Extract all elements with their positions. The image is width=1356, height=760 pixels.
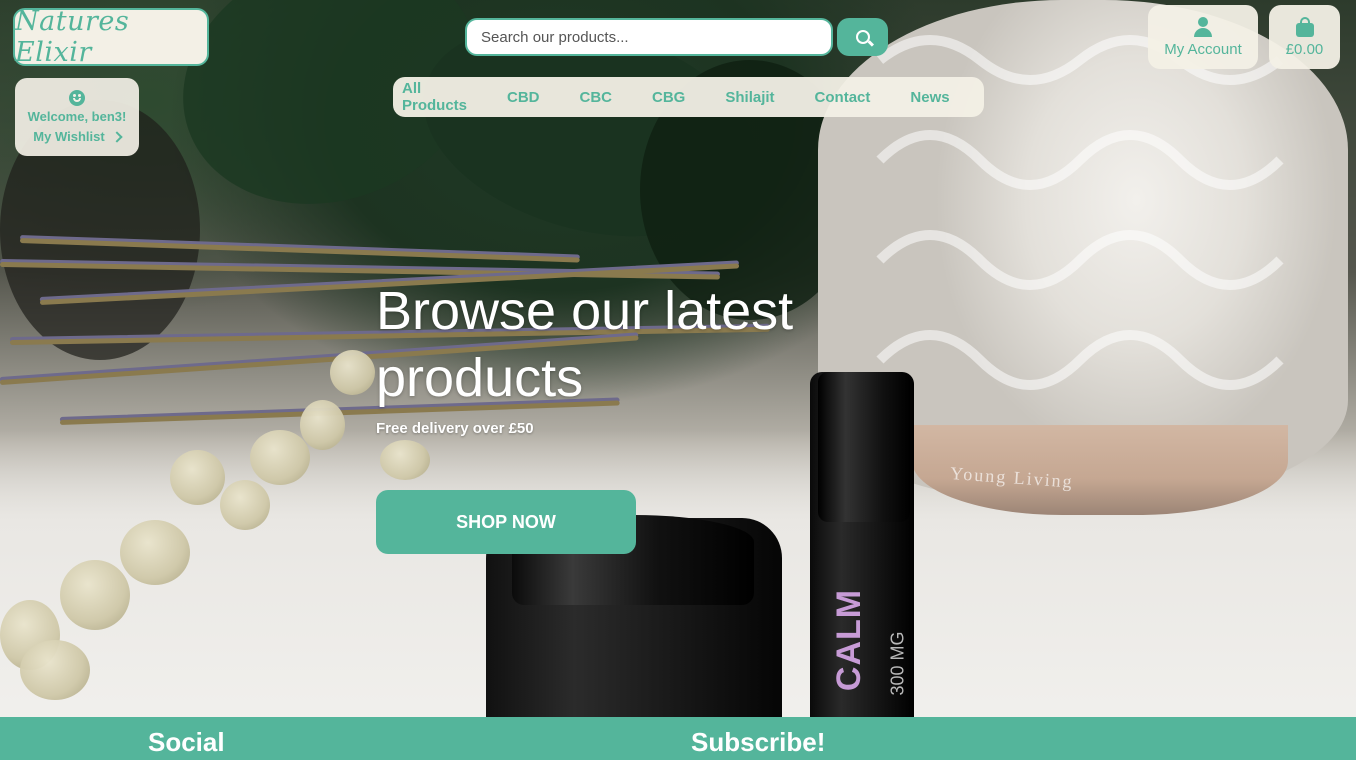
footer: Social Subscribe! xyxy=(0,717,1356,760)
wishlist-link[interactable]: My Wishlist xyxy=(33,129,123,144)
chevron-right-icon xyxy=(111,130,123,143)
main-nav: All Products CBD CBC CBG Shilajit Contac… xyxy=(393,77,984,117)
bag-total: £0.00 xyxy=(1285,40,1324,58)
eucalyptus-leaf xyxy=(170,450,225,505)
hero-subtitle: Free delivery over £50 xyxy=(376,420,534,437)
eucalyptus-leaf xyxy=(120,520,190,585)
smile-icon xyxy=(69,90,85,106)
nav-item-all-products[interactable]: All Products xyxy=(402,80,467,114)
shopping-bag-icon xyxy=(1295,16,1314,37)
eucalyptus-leaf xyxy=(250,430,310,485)
shop-now-button[interactable]: SHOP NOW xyxy=(376,490,636,554)
eucalyptus-leaf xyxy=(20,640,90,700)
nav-item-cbd[interactable]: CBD xyxy=(507,89,540,106)
eucalyptus-leaf xyxy=(300,400,345,450)
footer-social-heading: Social xyxy=(148,727,225,757)
nav-item-news[interactable]: News xyxy=(910,89,949,106)
footer-subscribe-heading: Subscribe! xyxy=(691,727,826,757)
shopping-bag-button[interactable]: £0.00 xyxy=(1269,5,1340,69)
site-logo[interactable]: Natures Elixir xyxy=(13,6,209,68)
search-input[interactable] xyxy=(465,18,833,56)
roller-strength: 300 MG xyxy=(887,631,908,696)
welcome-greeting: Welcome, ben3! xyxy=(27,109,127,124)
hero-title: Browse our latest products xyxy=(376,281,794,408)
eucalyptus-leaf xyxy=(220,480,270,530)
nav-item-contact[interactable]: Contact xyxy=(815,89,871,106)
search-button[interactable] xyxy=(837,18,888,56)
my-account-button[interactable]: My Account xyxy=(1148,5,1258,69)
wishlist-label: My Wishlist xyxy=(33,129,105,144)
my-account-label: My Account xyxy=(1164,40,1242,58)
search-icon xyxy=(855,30,870,44)
nav-item-shilajit[interactable]: Shilajit xyxy=(725,89,774,106)
nav-item-cbg[interactable]: CBG xyxy=(652,89,685,106)
user-icon xyxy=(1193,16,1213,37)
roller-label: CALM xyxy=(830,588,868,692)
welcome-card: Welcome, ben3! My Wishlist xyxy=(15,78,139,156)
eucalyptus-leaf xyxy=(380,440,430,480)
nav-item-cbc[interactable]: CBC xyxy=(580,89,613,106)
eucalyptus-leaf xyxy=(60,560,130,630)
eucalyptus-leaf xyxy=(330,350,375,395)
